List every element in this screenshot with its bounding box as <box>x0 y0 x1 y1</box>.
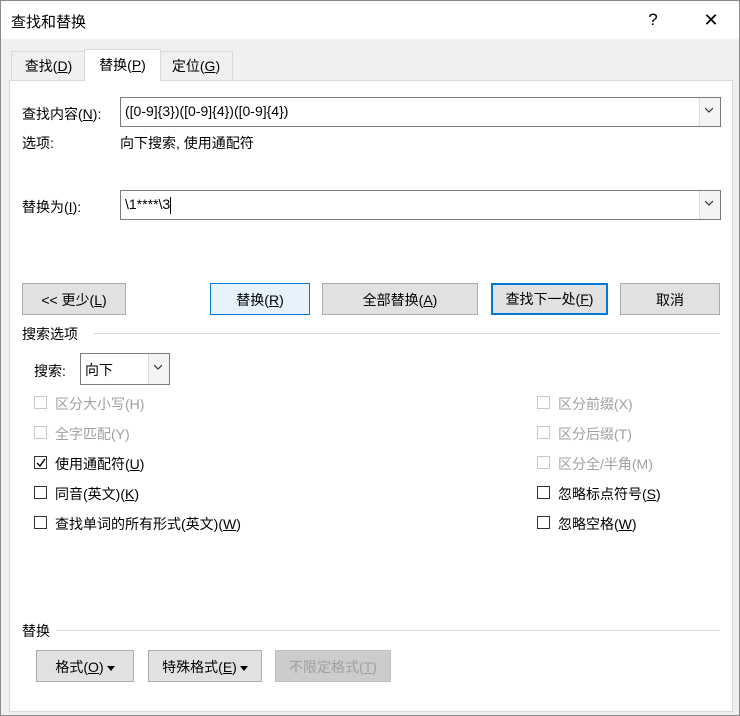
text-caret <box>170 196 172 214</box>
replace-button[interactable]: 替换(R) <box>210 283 310 315</box>
checkbox-box[interactable] <box>34 396 47 409</box>
options-label: 选项: <box>22 135 54 151</box>
replace-all-button[interactable]: 全部替换(A) <box>322 283 478 315</box>
tab-replace[interactable]: 替换(P) <box>84 49 161 81</box>
checkbox-box[interactable] <box>537 486 550 499</box>
checkbox-box[interactable] <box>537 426 550 439</box>
chevron-down-icon <box>154 364 162 370</box>
search-options-divider <box>94 333 720 334</box>
close-button[interactable]: ✕ <box>696 7 726 33</box>
less-button[interactable]: << 更少(L) <box>22 283 126 315</box>
find-combo[interactable]: ([0-9]{3})([0-9]{4})([0-9]{4}) <box>120 97 721 127</box>
replace-section-divider <box>56 630 720 631</box>
checkbox-box[interactable] <box>34 426 47 439</box>
replace-panel: 查找内容(N): ([0-9]{3})([0-9]{4})([0-9]{4}) … <box>9 80 733 712</box>
format-button[interactable]: 格式(O) <box>36 650 134 682</box>
checkbox-box[interactable] <box>537 396 550 409</box>
checkbox-box[interactable] <box>34 486 47 499</box>
search-direction-value: 向下 <box>85 362 113 378</box>
tab-find[interactable]: 查找(D) <box>11 51 86 80</box>
checkbox-box[interactable] <box>34 456 47 469</box>
find-dropdown-button[interactable] <box>699 98 720 126</box>
replace-dropdown-button[interactable] <box>699 191 720 219</box>
tab-goto[interactable]: 定位(G) <box>159 51 233 80</box>
replace-input[interactable]: \1****\3 <box>125 196 172 214</box>
checkbox-box[interactable] <box>34 516 47 529</box>
title-bar: 查找和替换 ? ✕ <box>1 1 739 39</box>
find-replace-dialog: 查找和替换 ? ✕ 查找(D) 替换(P) 定位(G) 查找内容(N): ([0… <box>0 0 740 716</box>
replace-section-heading: 替换 <box>22 623 50 639</box>
dropdown-arrow-icon <box>239 665 248 671</box>
cancel-button[interactable]: 取消 <box>620 283 720 315</box>
find-next-button[interactable]: 查找下一处(F) <box>491 283 608 315</box>
no-formatting-button[interactable]: 不限定格式(T) <box>275 650 391 682</box>
help-button[interactable]: ? <box>638 7 668 33</box>
search-direction-dropdown[interactable] <box>148 354 169 384</box>
search-options-heading: 搜索选项 <box>22 326 78 342</box>
chevron-down-icon <box>705 200 713 206</box>
checkbox-box[interactable] <box>537 516 550 529</box>
options-value: 向下搜索, 使用通配符 <box>120 135 254 151</box>
chevron-down-icon <box>705 107 713 113</box>
checkbox-box[interactable] <box>537 456 550 469</box>
find-label: 查找内容(N): <box>22 106 102 122</box>
replace-combo[interactable]: \1****\3 <box>120 190 721 220</box>
search-direction-select[interactable]: 向下 <box>80 353 170 385</box>
special-format-button[interactable]: 特殊格式(E) <box>148 650 262 682</box>
checkmark-icon <box>36 458 46 468</box>
search-direction-label: 搜索: <box>34 363 66 379</box>
dialog-title: 查找和替换 <box>11 14 87 31</box>
dropdown-arrow-icon <box>106 665 115 671</box>
find-input[interactable]: ([0-9]{3})([0-9]{4})([0-9]{4}) <box>125 103 288 119</box>
replace-label: 替换为(I): <box>22 199 82 215</box>
